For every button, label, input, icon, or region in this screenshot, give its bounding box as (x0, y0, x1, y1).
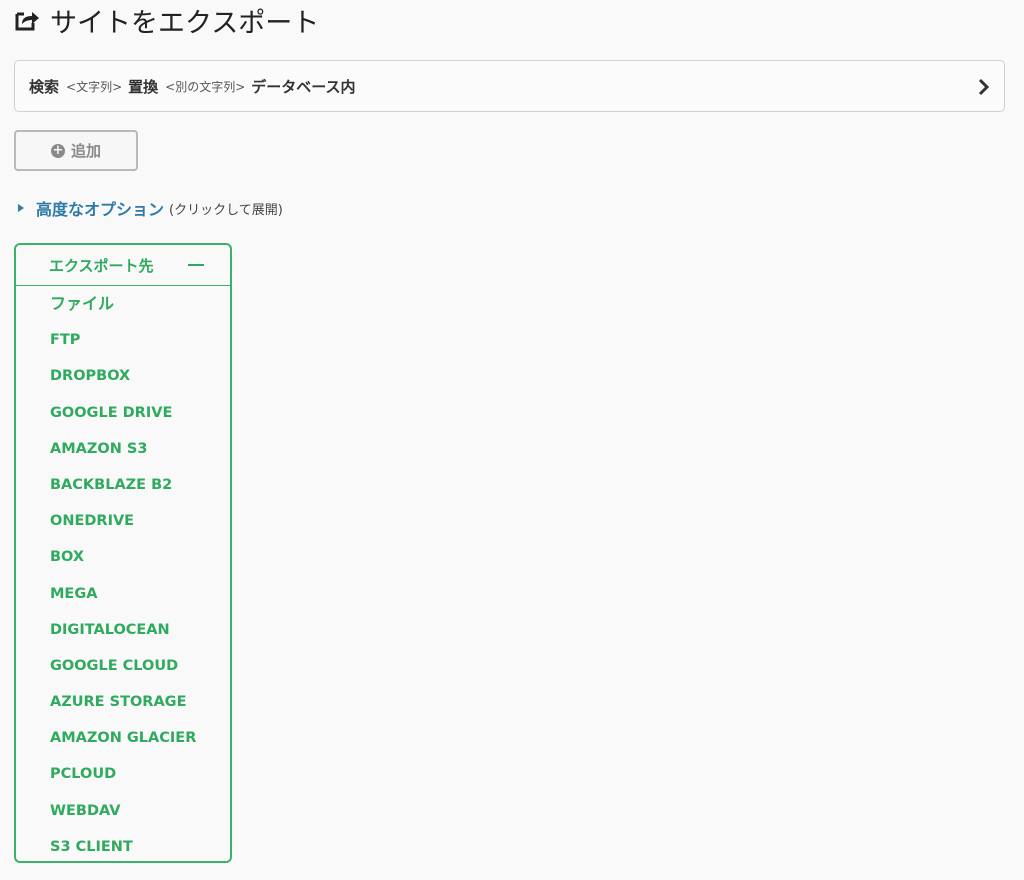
page-title-text: サイトをエクスポート (50, 7, 320, 39)
destination-item-backblaze-b2[interactable]: BACKBLAZE B2 (16, 467, 230, 503)
plus-circle-icon: + (50, 142, 65, 158)
destination-item-google-cloud[interactable]: GOOGLE CLOUD (16, 648, 230, 684)
share-square-icon (14, 7, 42, 33)
destination-item-amazon-glacier[interactable]: AMAZON GLACIER (16, 720, 230, 756)
destination-item-file[interactable]: ファイル (16, 286, 230, 322)
destination-item-pcloud[interactable]: PCLOUD (16, 756, 230, 792)
destination-item-amazon-s3[interactable]: AMAZON S3 (16, 431, 230, 467)
replace-label: 置換 (128, 77, 159, 96)
destination-item-ftp[interactable]: FTP (16, 322, 230, 358)
destination-item-digitalocean[interactable]: DIGITALOCEAN (16, 612, 230, 648)
add-button[interactable]: + 追加 (14, 130, 138, 171)
search-placeholder: <文字列> (66, 79, 123, 94)
export-destination-title: エクスポート先 (49, 256, 154, 275)
replace-placeholder: <別の文字列> (165, 79, 246, 94)
destination-item-s3-client[interactable]: S3 CLIENT (16, 829, 230, 865)
add-button-label: 追加 (70, 142, 101, 160)
chevron-right-icon[interactable] (976, 77, 992, 97)
page-title: サイトをエクスポート (14, 2, 320, 39)
destination-item-google-drive[interactable]: GOOGLE DRIVE (16, 395, 230, 431)
destination-list: ファイル FTP DROPBOX GOOGLE DRIVE AMAZON S3 … (16, 286, 230, 865)
minus-icon[interactable] (188, 264, 204, 266)
advanced-options-hint: (クリックして展開) (169, 202, 283, 218)
export-destination-panel: エクスポート先 ファイル FTP DROPBOX GOOGLE DRIVE AM… (14, 243, 232, 863)
advanced-options-link[interactable]: 高度なオプション (36, 196, 164, 220)
destination-item-mega[interactable]: MEGA (16, 576, 230, 612)
export-destination-header[interactable]: エクスポート先 (16, 245, 230, 286)
search-replace-bar[interactable]: 検索 <文字列> 置換 <別の文字列> データベース内 (14, 60, 1005, 112)
search-label: 検索 (29, 77, 60, 96)
advanced-options-toggle[interactable]: 高度なオプション (クリックして展開) (18, 197, 283, 219)
caret-right-icon (18, 204, 24, 212)
destination-item-box[interactable]: BOX (16, 539, 230, 575)
scope-label: データベース内 (251, 77, 356, 96)
destination-item-onedrive[interactable]: ONEDRIVE (16, 503, 230, 539)
destination-item-webdav[interactable]: WEBDAV (16, 793, 230, 829)
destination-item-dropbox[interactable]: DROPBOX (16, 358, 230, 394)
destination-item-azure-storage[interactable]: AZURE STORAGE (16, 684, 230, 720)
